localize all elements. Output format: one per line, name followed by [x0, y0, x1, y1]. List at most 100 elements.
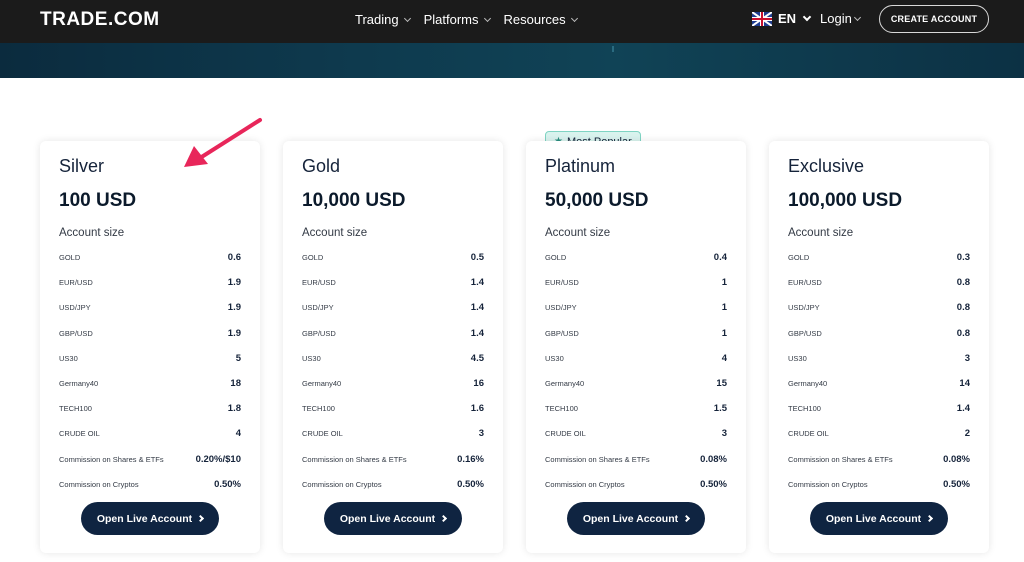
spread-row: EUR/USD 1.9 [59, 270, 241, 295]
spread-row: TECH100 1.8 [59, 396, 241, 421]
spread-instrument: CRUDE OIL [545, 429, 586, 439]
button-label: Open Live Account [582, 512, 679, 525]
spread-value: 4 [721, 352, 727, 364]
nav-resources-label: Resources [503, 12, 566, 27]
spread-value: 0.16% [457, 453, 484, 465]
open-live-account-button[interactable]: Open Live Account [324, 502, 462, 535]
button-label: Open Live Account [825, 512, 922, 525]
spread-instrument: GOLD [59, 253, 81, 263]
plan-price: 100 USD [59, 190, 137, 211]
annotation-arrow-icon [184, 118, 262, 167]
login-menu[interactable]: Login [820, 11, 861, 26]
spread-row: CRUDE OIL 3 [545, 421, 727, 446]
spread-instrument: Commission on Shares & ETFs [788, 454, 893, 464]
spread-value: 0.50% [943, 478, 970, 490]
spread-row: TECH100 1.5 [545, 396, 727, 421]
open-live-account-button[interactable]: Open Live Account [810, 502, 948, 535]
account-size-label: Account size [788, 227, 854, 239]
create-account-button[interactable]: CREATE ACCOUNT [879, 5, 989, 33]
spread-value: 0.3 [956, 252, 970, 264]
spread-row: US30 5 [59, 346, 241, 371]
nav-trading[interactable]: Trading [355, 12, 411, 27]
chevron-down-icon [483, 14, 491, 22]
spread-row: Germany40 15 [545, 371, 727, 396]
account-size-label: Account size [59, 227, 125, 239]
spread-value: 1 [721, 327, 727, 339]
plan-card-gold: Gold 10,000 USD Account size GOLD 0.5 EUR/USD… [283, 141, 503, 553]
chevron-right-icon [926, 514, 934, 523]
spread-value: 2 [964, 428, 970, 440]
spread-value: 1 [721, 302, 727, 314]
spread-row: Commission on Cryptos 0.50% [59, 472, 241, 497]
chevron-down-icon [403, 14, 411, 22]
spread-row: Commission on Shares & ETFs 0.08% [788, 447, 970, 472]
spread-instrument: Germany40 [59, 379, 99, 389]
account-size-label: Account size [302, 227, 368, 239]
spread-instrument: GBP/USD [59, 328, 93, 338]
spread-row: TECH100 1.4 [788, 396, 970, 421]
spread-value: 1.4 [470, 327, 484, 339]
spread-value: 18 [230, 378, 241, 390]
spread-instrument: US30 [788, 353, 807, 363]
spread-instrument: Commission on Cryptos [788, 479, 868, 489]
uk-flag-icon [752, 11, 772, 26]
open-live-account-button[interactable]: Open Live Account [81, 502, 219, 535]
nav-trading-label: Trading [355, 12, 399, 27]
button-label: Open Live Account [339, 512, 436, 525]
spread-instrument: CRUDE OIL [302, 429, 343, 439]
chevron-right-icon [683, 514, 691, 523]
spread-value: 0.50% [457, 478, 484, 490]
language-selector[interactable]: EN [752, 11, 812, 26]
spread-value: 3 [721, 428, 727, 440]
spread-value: 3 [964, 352, 970, 364]
spread-value: 0.8 [956, 327, 970, 339]
main-nav: Trading Platforms Resources [355, 12, 578, 27]
spread-row: Germany40 16 [302, 371, 484, 396]
spread-row: CRUDE OIL 2 [788, 421, 970, 446]
spread-value: 0.08% [700, 453, 727, 465]
spread-instrument: Commission on Cryptos [302, 479, 382, 489]
spread-instrument: Germany40 [788, 379, 828, 389]
plan-name: Gold [302, 156, 341, 176]
spread-instrument: Commission on Cryptos [59, 479, 139, 489]
spread-row: Commission on Shares & ETFs 0.20%/$10 [59, 447, 241, 472]
spread-row: Germany40 14 [788, 371, 970, 396]
spread-value: 1.6 [470, 403, 484, 415]
spread-row: TECH100 1.6 [302, 396, 484, 421]
spread-value: 15 [716, 378, 727, 390]
nav-resources[interactable]: Resources [503, 12, 578, 27]
spread-row: EUR/USD 1 [545, 270, 727, 295]
spread-value: 4.5 [470, 352, 484, 364]
spread-row: Commission on Cryptos 0.50% [545, 472, 727, 497]
plan-price: 50,000 USD [545, 190, 649, 211]
spread-row: USD/JPY 1 [545, 295, 727, 320]
plan-card-platinum: Platinum 50,000 USD Account size GOLD 0.4 EUR… [526, 141, 746, 553]
spread-row: EUR/USD 0.8 [788, 270, 970, 295]
spread-instrument: TECH100 [59, 404, 92, 414]
spread-instrument: EUR/USD [788, 278, 822, 288]
spread-value: 0.08% [943, 453, 970, 465]
spread-row: US30 4 [545, 346, 727, 371]
plan-price: 10,000 USD [302, 190, 406, 211]
spread-row: GOLD 0.5 [302, 245, 484, 270]
spread-value: 1.4 [470, 277, 484, 289]
spread-row: EUR/USD 1.4 [302, 270, 484, 295]
spread-row: US30 3 [788, 346, 970, 371]
spread-row: GOLD 0.4 [545, 245, 727, 270]
spread-instrument: GBP/USD [302, 328, 336, 338]
nav-platforms[interactable]: Platforms [424, 12, 491, 27]
spread-row: US30 4.5 [302, 346, 484, 371]
spread-row: CRUDE OIL 4 [59, 421, 241, 446]
spread-row: GOLD 0.6 [59, 245, 241, 270]
spread-value: 3 [478, 428, 484, 440]
spread-instrument: US30 [302, 353, 321, 363]
spread-instrument: CRUDE OIL [59, 429, 100, 439]
chevron-down-icon [570, 14, 578, 22]
spread-instrument: Germany40 [302, 379, 342, 389]
spread-value: 5 [235, 352, 241, 364]
brand-logo[interactable]: TRADE.COM [40, 9, 160, 31]
spread-value: 1.4 [956, 403, 970, 415]
open-live-account-button[interactable]: Open Live Account [567, 502, 705, 535]
spread-instrument: Germany40 [545, 379, 585, 389]
spread-row: CRUDE OIL 3 [302, 421, 484, 446]
